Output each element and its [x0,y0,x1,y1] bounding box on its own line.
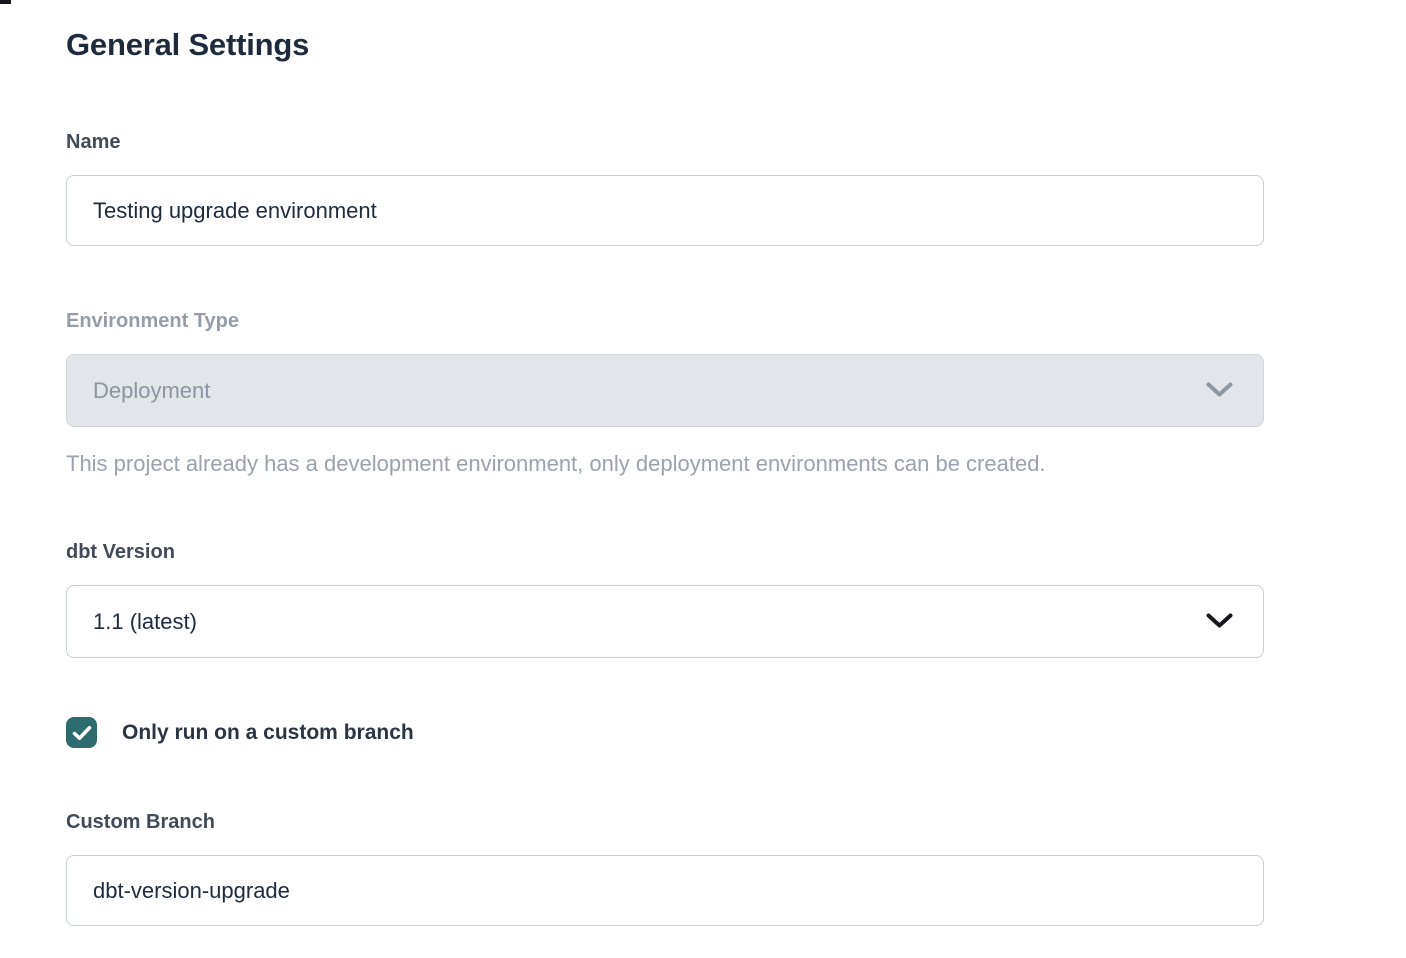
custom-branch-label: Custom Branch [66,811,1264,833]
environment-type-label: Environment Type [66,310,1264,332]
environment-type-helper: This project already has a development e… [66,451,1264,477]
chevron-down-icon [1206,378,1233,404]
custom-branch-checkbox-label[interactable]: Only run on a custom branch [122,721,414,745]
page-title: General Settings [66,26,1264,64]
dbt-version-value: 1.1 (latest) [93,609,197,635]
field-dbt-version: dbt Version 1.1 (latest) [66,541,1264,658]
dbt-version-label: dbt Version [66,541,1264,563]
custom-branch-checkbox-row[interactable]: Only run on a custom branch [66,717,1264,748]
dbt-version-select[interactable]: 1.1 (latest) [66,585,1264,658]
screen-edge-artifact [0,0,11,4]
environment-type-value: Deployment [93,378,210,404]
field-environment-type: Environment Type Deployment This project… [66,310,1264,477]
field-custom-branch: Custom Branch [66,811,1264,926]
settings-form: General Settings Name Environment Type D… [0,0,1406,958]
check-icon [72,725,92,741]
field-name: Name [66,131,1264,246]
name-input[interactable] [66,175,1264,246]
custom-branch-input[interactable] [66,855,1264,926]
custom-branch-checkbox[interactable] [66,717,97,748]
general-settings-page: General Settings Name Environment Type D… [0,0,1406,958]
chevron-down-icon [1206,609,1233,635]
name-label: Name [66,131,1264,153]
environment-type-select: Deployment [66,354,1264,427]
